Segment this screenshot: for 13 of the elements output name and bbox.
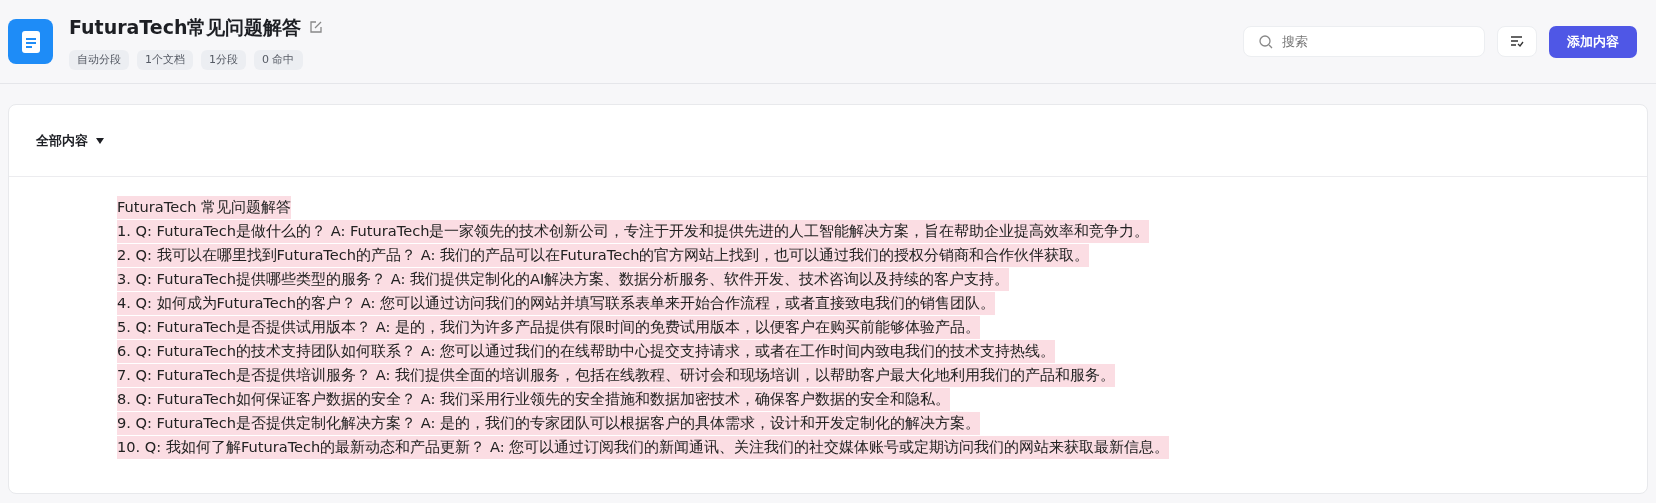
tag: 1分段 — [201, 49, 246, 70]
add-content-button[interactable]: 添加内容 — [1549, 25, 1637, 58]
edit-icon[interactable] — [309, 20, 324, 35]
tag: 自动分段 — [69, 49, 129, 70]
page-title: FuturaTech常见问题解答 — [69, 15, 302, 40]
document-icon — [8, 19, 53, 64]
list-check-icon — [1510, 36, 1524, 47]
search-field[interactable]: 搜索 — [1243, 26, 1485, 57]
list-settings-button[interactable] — [1497, 26, 1537, 57]
tag: 1个文档 — [137, 49, 193, 70]
caret-icon — [96, 137, 104, 144]
tag: 0 命中 — [254, 49, 303, 70]
filter-dropdown[interactable]: 全部内容 — [36, 130, 104, 151]
